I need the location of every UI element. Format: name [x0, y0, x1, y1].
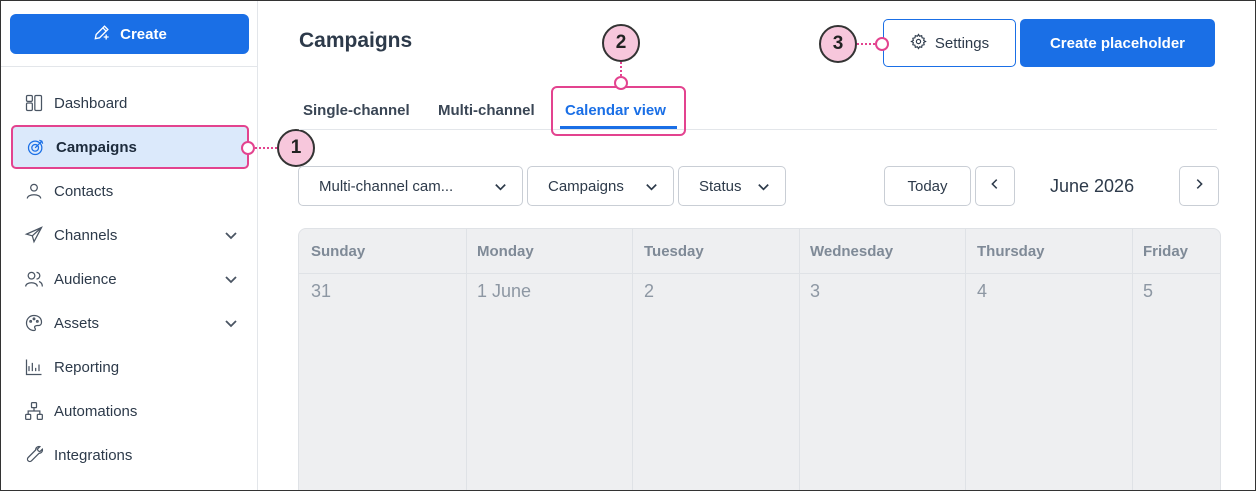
calendar-column-divider — [632, 229, 633, 490]
sidebar-item-assets[interactable]: Assets — [11, 301, 249, 345]
chevron-down-icon — [493, 179, 508, 194]
sidebar-item-label: Campaigns — [56, 138, 137, 156]
callout-3-connector — [857, 43, 875, 45]
calendar-column-divider — [1132, 229, 1133, 490]
sidebar-item-label: Reporting — [54, 358, 120, 376]
sidebar-item-label: Audience — [54, 270, 117, 288]
dashboard-icon — [23, 92, 45, 114]
callout-2-connector — [620, 62, 622, 76]
contacts-icon — [23, 180, 45, 202]
sidebar-item-label: Contacts — [54, 182, 114, 200]
calendar-day-cell[interactable]: 31 — [311, 281, 331, 302]
calendar-header-row — [299, 229, 1220, 274]
campaigns-dropdown[interactable]: Campaigns — [527, 166, 674, 206]
page-title: Campaigns — [299, 29, 413, 52]
day-header-monday: Monday — [477, 243, 534, 260]
callout-3-anchor — [875, 37, 889, 51]
audience-icon — [23, 268, 45, 290]
sidebar-item-label: Automations — [54, 402, 138, 420]
sidebar-item-integrations[interactable]: Integrations — [11, 433, 249, 477]
sidebar-item-audience[interactable]: Audience — [11, 257, 249, 301]
campaign-type-dropdown[interactable]: Multi-channel cam... — [298, 166, 523, 206]
tab-multi-channel[interactable]: Multi-channel — [438, 102, 535, 119]
sidebar-item-channels[interactable]: Channels — [11, 213, 249, 257]
create-pen-icon — [92, 22, 112, 46]
sidebar-item-automations[interactable]: Automations — [11, 389, 249, 433]
calendar-column-divider — [965, 229, 966, 490]
sidebar-divider — [1, 66, 258, 67]
gear-icon — [910, 32, 927, 54]
reporting-icon — [23, 356, 45, 378]
settings-button-label: Settings — [934, 34, 990, 52]
sidebar-item-label: Assets — [54, 314, 100, 332]
create-button-label: Create — [120, 25, 167, 43]
prev-month-button[interactable] — [975, 166, 1015, 206]
campaigns-filter-value: Campaigns — [548, 177, 624, 195]
view-tabs: Single-channel Multi-channel Calendar vi… — [299, 93, 1217, 130]
sidebar-item-reporting[interactable]: Reporting — [11, 345, 249, 389]
sidebar-item-dashboard[interactable]: Dashboard — [11, 81, 249, 125]
callout-2-anchor — [614, 76, 628, 90]
chevron-down-icon[interactable] — [223, 315, 239, 331]
sidebar-item-label: Dashboard — [54, 94, 128, 112]
next-month-button[interactable] — [1179, 166, 1219, 206]
campaign-type-value: Multi-channel cam... — [319, 177, 454, 195]
integrations-icon — [23, 444, 45, 466]
calendar-column-divider — [799, 229, 800, 490]
tab-single-channel[interactable]: Single-channel — [303, 102, 410, 119]
campaigns-icon — [25, 136, 47, 158]
calendar-grid: Sunday Monday Tuesday Wednesday Thursday… — [298, 228, 1221, 490]
assets-icon — [23, 312, 45, 334]
sidebar: Create Dashboard Campaigns Contacts Chan… — [1, 1, 258, 490]
calendar-day-cell[interactable]: 1 June — [477, 281, 531, 302]
callout-1-connector — [255, 147, 277, 149]
create-button[interactable]: Create — [10, 14, 249, 54]
calendar-column-divider — [466, 229, 467, 490]
chevron-down-icon[interactable] — [223, 271, 239, 287]
status-dropdown[interactable]: Status — [678, 166, 786, 206]
chevron-down-icon — [644, 179, 659, 194]
sidebar-item-label: Channels — [54, 226, 118, 244]
automations-icon — [23, 400, 45, 422]
callout-1-badge: 1 — [277, 129, 315, 167]
callout-2-badge: 2 — [602, 24, 640, 62]
status-filter-value: Status — [699, 177, 742, 195]
day-header-friday: Friday — [1143, 243, 1189, 260]
day-header-wednesday: Wednesday — [810, 243, 894, 260]
current-month-label: June 2026 — [1050, 176, 1135, 196]
sidebar-item-label: Integrations — [54, 446, 133, 464]
callout-1-anchor — [241, 141, 255, 155]
chevron-left-icon — [988, 177, 1002, 196]
sidebar-item-campaigns[interactable]: Campaigns — [11, 125, 249, 169]
calendar-day-cell[interactable]: 3 — [810, 281, 820, 302]
settings-button[interactable]: Settings — [883, 19, 1016, 67]
calendar-day-cell[interactable]: 4 — [977, 281, 987, 302]
today-button[interactable]: Today — [884, 166, 971, 206]
calendar-day-cell[interactable]: 2 — [644, 281, 654, 302]
channels-icon — [23, 224, 45, 246]
calendar-tab-highlight — [551, 86, 686, 136]
create-placeholder-button[interactable]: Create placeholder — [1020, 19, 1215, 67]
chevron-down-icon[interactable] — [223, 227, 239, 243]
day-header-thursday: Thursday — [977, 243, 1045, 260]
calendar-day-cell[interactable]: 5 — [1143, 281, 1153, 302]
day-header-tuesday: Tuesday — [644, 243, 704, 260]
sidebar-item-contacts[interactable]: Contacts — [11, 169, 249, 213]
sidebar-nav: Dashboard Campaigns Contacts Channels Au… — [11, 81, 249, 477]
app-frame: Create Dashboard Campaigns Contacts Chan… — [0, 0, 1256, 491]
chevron-down-icon — [756, 179, 771, 194]
day-header-sunday: Sunday — [311, 243, 366, 260]
chevron-right-icon — [1192, 177, 1206, 196]
callout-3-badge: 3 — [819, 25, 857, 63]
